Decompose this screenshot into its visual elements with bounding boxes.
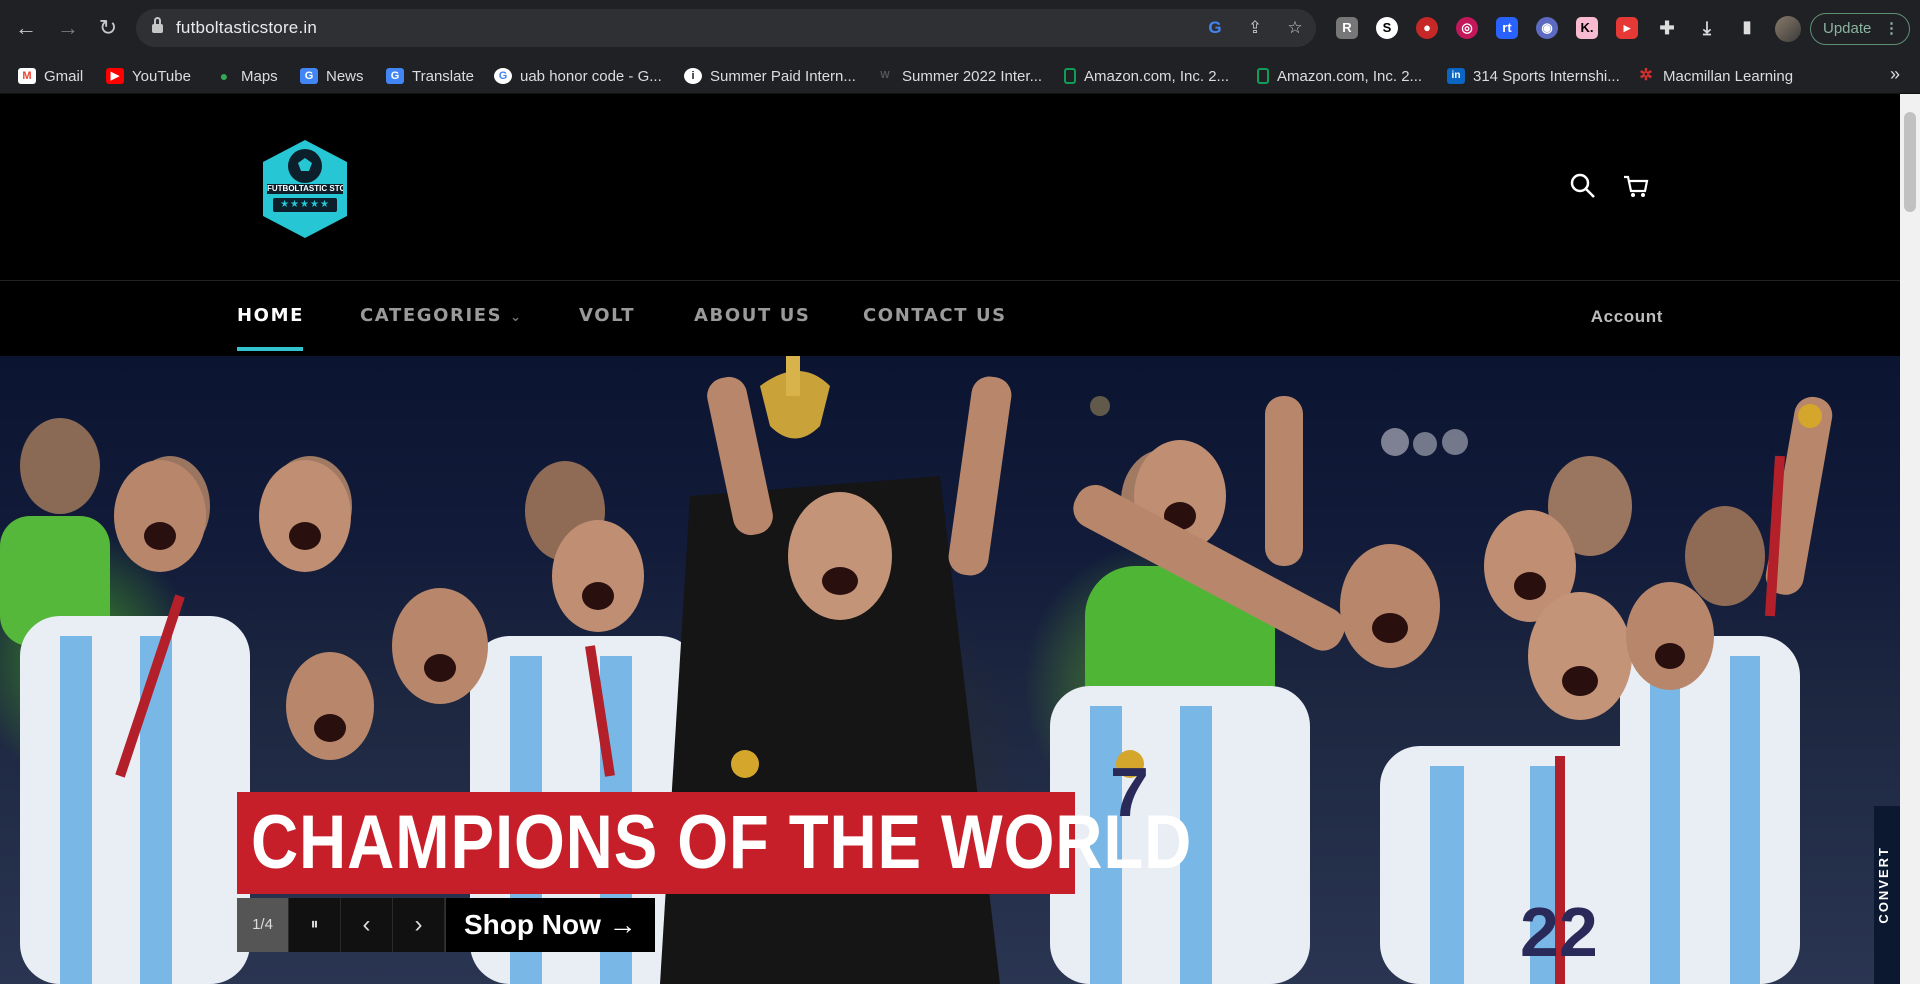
bookmark-translate[interactable]: G Translate: [386, 65, 474, 87]
lock-icon[interactable]: [152, 17, 163, 34]
wm-icon: W: [880, 70, 890, 81]
youtube-icon: ▶: [106, 68, 124, 84]
sheet-icon: [1064, 68, 1076, 84]
linkedin-icon: in: [1447, 68, 1465, 84]
menu-dots-icon[interactable]: ⋮: [1884, 14, 1899, 44]
previous-slide-icon[interactable]: ‹: [341, 898, 393, 952]
bookmark-label: Gmail: [44, 67, 84, 85]
nav-about-us[interactable]: ABOUT US: [694, 305, 811, 326]
share-icon[interactable]: ⇪: [1244, 17, 1266, 39]
bookmark-maps[interactable]: ● Maps: [215, 65, 278, 87]
macmillan-icon: ✲: [1639, 67, 1653, 84]
bookmark-314-sports[interactable]: in 314 Sports Internshi...: [1447, 65, 1620, 87]
bookmark-label: uab honor code - G...: [520, 67, 662, 85]
bookmark-label: Macmillan Learning: [1663, 67, 1794, 85]
svg-text:22: 22: [1520, 893, 1598, 971]
logo-stars: ★★★★★: [280, 199, 330, 210]
nav-volt[interactable]: VOLT: [579, 305, 635, 326]
sheet-icon: [1257, 68, 1269, 84]
browser-toolbar: ← → ↻ futboltasticstore.in G ⇪ ☆ R S ● ◎…: [0, 0, 1920, 58]
info-icon: i: [684, 68, 702, 84]
back-icon[interactable]: ←: [10, 12, 42, 44]
next-slide-icon[interactable]: ›: [393, 898, 445, 952]
bookmarks-overflow-icon[interactable]: »: [1890, 64, 1900, 85]
news-icon: G: [300, 68, 318, 84]
bookmark-macmillan[interactable]: ✲ Macmillan Learning: [1637, 65, 1793, 87]
cart-icon[interactable]: [1622, 172, 1650, 200]
nav-home[interactable]: HOME: [237, 305, 304, 326]
bookmark-label: Summer Paid Intern...: [710, 67, 856, 85]
extensions-puzzle-icon[interactable]: ✚: [1656, 17, 1678, 39]
reload-icon[interactable]: ↻: [92, 12, 124, 44]
convert-widget-label: CONVERT: [1876, 846, 1891, 924]
hero-title-banner: CHAMPIONS OF THE WORLD: [237, 792, 1191, 894]
maps-icon: ●: [219, 68, 229, 84]
forward-icon[interactable]: →: [52, 12, 84, 44]
gmail-icon: M: [18, 68, 36, 84]
store-page: FUTBOLTASTIC STORE ★★★★★ HOME CATEGORIES…: [0, 94, 1900, 984]
slideshow-controls: 1/4 ⏸ ‹ › Shop Now →: [237, 898, 655, 952]
extension-globe-icon[interactable]: ◎: [1456, 17, 1478, 39]
nav-contact-us[interactable]: CONTACT US: [863, 305, 1007, 326]
bookmarks-bar: M Gmail ▶ YouTube ● Maps G News G Translate G…: [0, 58, 1920, 94]
bookmark-label: Translate: [412, 67, 474, 85]
bookmark-summer-2022[interactable]: W Summer 2022 Inter...: [876, 65, 1042, 87]
logo-text: FUTBOLTASTIC STORE: [267, 184, 343, 193]
bookmark-label: YouTube: [132, 67, 191, 85]
download-icon[interactable]: ⤓: [1696, 17, 1718, 39]
bookmark-youtube[interactable]: ▶ YouTube: [106, 65, 191, 87]
bookmark-summer-paid[interactable]: i Summer Paid Intern...: [684, 65, 856, 87]
bookmark-label: Amazon.com, Inc. 2...: [1084, 67, 1230, 85]
extension-badge-icon[interactable]: ◉: [1536, 17, 1558, 39]
extension-rt-icon[interactable]: rt: [1496, 17, 1518, 39]
hero-title: CHAMPIONS OF THE WORLD: [251, 800, 1193, 885]
extension-s-icon[interactable]: S: [1376, 17, 1398, 39]
update-label: Update: [1823, 20, 1872, 37]
account-link[interactable]: Account: [1591, 307, 1663, 327]
translate-icon: G: [386, 68, 404, 84]
bookmark-label: Maps: [241, 67, 278, 85]
store-logo[interactable]: FUTBOLTASTIC STORE ★★★★★: [259, 138, 351, 240]
profile-avatar[interactable]: [1775, 16, 1801, 42]
nav-categories-label: CATEGORIES: [360, 305, 503, 326]
update-button[interactable]: Update ⋮: [1810, 13, 1910, 45]
nav-active-underline: [237, 347, 303, 351]
bookmark-amazon-1[interactable]: Amazon.com, Inc. 2...: [1064, 65, 1229, 87]
chevron-down-icon: ⌄: [510, 310, 523, 325]
extension-k-icon[interactable]: K.: [1576, 17, 1598, 39]
address-bar[interactable]: futboltasticstore.in G ⇪ ☆: [136, 9, 1316, 47]
slide-counter: 1/4: [237, 898, 289, 952]
shop-now-button[interactable]: Shop Now →: [446, 898, 655, 952]
scrollbar-thumb[interactable]: [1904, 112, 1916, 212]
search-icon[interactable]: [1569, 172, 1597, 200]
bookmark-uab-honor-code[interactable]: Guab honor code - G...: [494, 65, 662, 87]
bookmark-label: Amazon.com, Inc. 2...: [1277, 67, 1423, 85]
extension-video-icon[interactable]: ▸: [1616, 17, 1638, 39]
bookmark-gmail[interactable]: M Gmail: [18, 65, 83, 87]
pause-icon[interactable]: ⏸: [289, 898, 341, 952]
page-scrollbar[interactable]: [1900, 94, 1920, 984]
hero-slideshow[interactable]: 7 22 CHAMPIONS OF THE WORLD 1/4 ⏸ ‹ › Sh…: [0, 356, 1900, 984]
bookmark-star-icon[interactable]: ☆: [1284, 17, 1306, 39]
bookmark-news[interactable]: G News: [300, 65, 364, 87]
bookmark-label: 314 Sports Internshi...: [1473, 67, 1620, 85]
extension-record-icon[interactable]: ●: [1416, 17, 1438, 39]
google-lens-icon[interactable]: G: [1204, 17, 1226, 39]
url-text[interactable]: futboltasticstore.in: [176, 18, 317, 38]
nav-categories[interactable]: CATEGORIES ⌄: [360, 305, 523, 326]
main-navigation: HOME CATEGORIES ⌄ VOLT ABOUT US CONTACT …: [0, 280, 1900, 351]
bookmark-amazon-2[interactable]: Amazon.com, Inc. 2...: [1257, 65, 1422, 87]
side-panel-icon[interactable]: ▮: [1736, 17, 1758, 39]
google-icon: G: [494, 68, 512, 84]
extension-icon[interactable]: R: [1336, 17, 1358, 39]
bookmark-label: News: [326, 67, 364, 85]
bookmark-label: Summer 2022 Inter...: [902, 67, 1043, 85]
